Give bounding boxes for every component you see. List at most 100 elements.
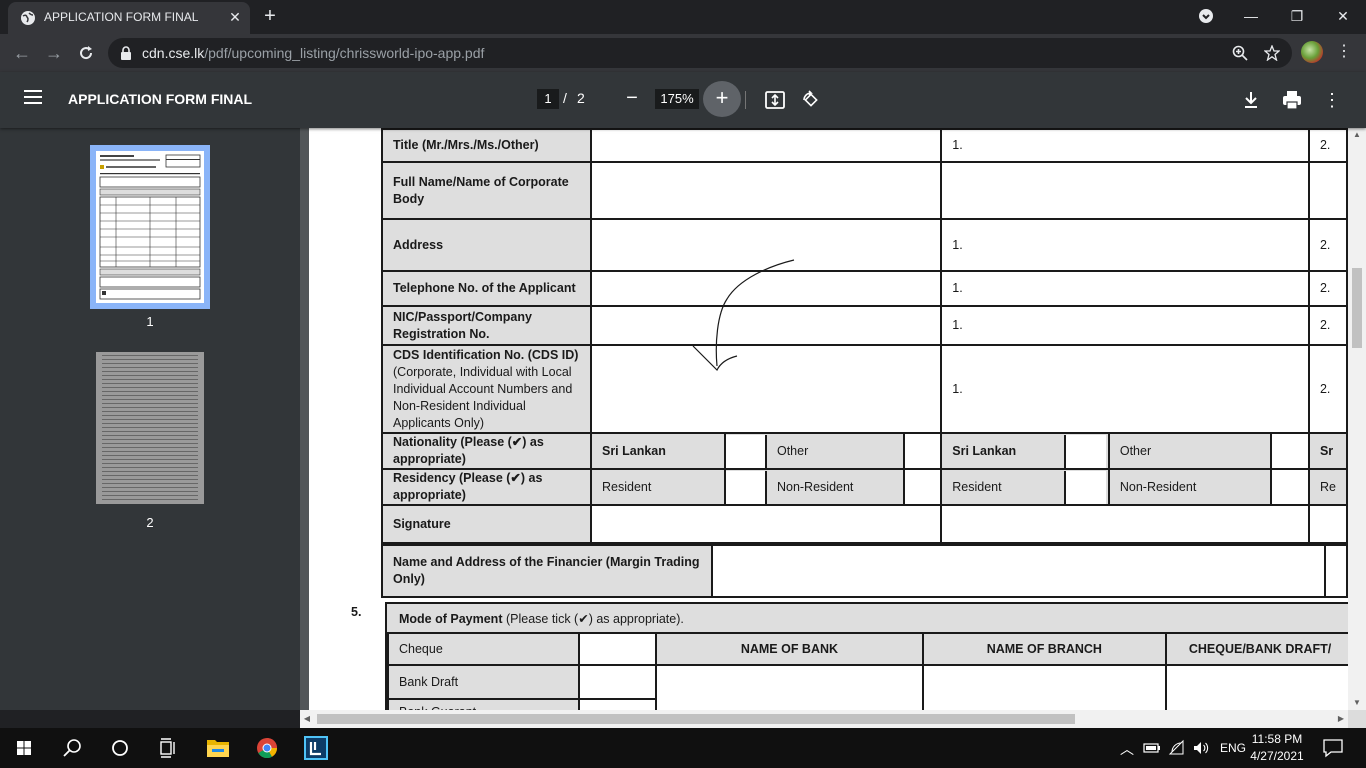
bank-guarantee-checkbox[interactable] <box>577 698 658 710</box>
volume-icon[interactable] <box>1192 739 1210 757</box>
address-bar[interactable]: cdn.cse.lk/pdf/upcoming_listing/chrisswo… <box>108 38 1292 68</box>
zoom-lens-icon[interactable] <box>1232 45 1248 61</box>
back-icon[interactable]: ← <box>10 41 34 65</box>
scroll-up-arrow-icon[interactable]: ▲ <box>1348 128 1366 142</box>
page-1-preview <box>96 151 204 303</box>
app-l-icon[interactable] <box>292 728 340 768</box>
cds-joint1-cell[interactable]: 1. <box>940 344 1310 434</box>
zoom-out-icon[interactable]: − <box>620 87 644 111</box>
system-clock[interactable]: 11:58 PM 4/27/2021 <box>1248 731 1306 765</box>
zoom-in-icon[interactable]: + <box>703 81 741 117</box>
file-explorer-icon[interactable] <box>194 728 242 768</box>
chrome-menu-icon[interactable]: ⋮ <box>1336 42 1352 62</box>
wifi-icon[interactable] <box>1168 739 1186 757</box>
nationality-row: Nationality (Please (✔) as appropriate) … <box>381 432 1348 470</box>
residency-checkbox-2[interactable] <box>903 468 943 506</box>
battery-icon[interactable] <box>1142 740 1162 756</box>
title-joint1-cell[interactable]: 1. <box>940 128 1310 163</box>
thumbnail-page-2[interactable] <box>96 352 204 504</box>
document-title: APPLICATION FORM FINAL <box>68 91 253 107</box>
branch-name-field[interactable] <box>921 664 1168 710</box>
signature-joint2-cell[interactable] <box>1307 504 1348 544</box>
more-options-icon[interactable]: ⋮ <box>1321 89 1343 111</box>
close-window-icon[interactable]: ✕ <box>1320 4 1366 28</box>
vertical-scrollbar[interactable]: ▲ ▼ <box>1348 128 1366 710</box>
nationality-joint-sri-lankan: Sri Lankan <box>952 443 1017 458</box>
tab-search-icon[interactable] <box>1198 8 1214 24</box>
show-hidden-icons-icon[interactable]: ︿ <box>1120 739 1134 759</box>
document-viewport[interactable]: Title (Mr./Mrs./Ms./Other) 1. 2. Full Na… <box>300 128 1348 710</box>
nic-joint1-cell[interactable]: 1. <box>940 305 1310 346</box>
full-name-joint1-cell[interactable] <box>940 161 1310 220</box>
new-tab-icon[interactable]: + <box>259 6 281 28</box>
address-joint1-cell[interactable]: 1. <box>940 218 1310 272</box>
zoom-input[interactable]: 175% <box>655 89 699 109</box>
signature-applicant-cell[interactable] <box>589 504 943 544</box>
cds-row: CDS Identification No. (CDS ID) (Corporat… <box>381 344 1348 434</box>
scroll-right-arrow-icon[interactable]: ▶ <box>1334 710 1348 728</box>
print-icon[interactable] <box>1281 89 1303 111</box>
nic-label: NIC/Passport/Company Registration No. <box>381 305 592 346</box>
task-view-icon[interactable] <box>144 728 192 768</box>
title-applicant-cell[interactable] <box>589 128 943 163</box>
nationality-checkbox-4[interactable] <box>1269 432 1310 470</box>
cortana-icon[interactable] <box>96 728 144 768</box>
nationality-checkbox-2[interactable] <box>903 432 943 470</box>
nic-applicant-cell[interactable] <box>589 305 943 346</box>
scroll-left-arrow-icon[interactable]: ◀ <box>300 710 314 728</box>
bookmark-star-icon[interactable] <box>1264 45 1280 61</box>
telephone-applicant-cell[interactable] <box>589 270 943 307</box>
financier-value-cell[interactable] <box>711 544 1326 598</box>
page-number-input[interactable]: 1 <box>537 89 559 109</box>
payment-table: Cheque NAME OF BANK NAME OF BRANCH CHEQU… <box>387 632 1348 710</box>
profile-avatar[interactable] <box>1301 41 1323 63</box>
scroll-down-arrow-icon[interactable]: ▼ <box>1348 696 1366 710</box>
signature-joint1-cell[interactable] <box>940 504 1310 544</box>
full-name-applicant-cell[interactable] <box>589 161 943 220</box>
notifications-icon[interactable] <box>1322 738 1344 758</box>
cds-applicant-cell[interactable] <box>589 344 943 434</box>
nationality-option-sri-lankan: Sri Lankan <box>589 432 726 470</box>
title-joint2-cell[interactable]: 2. <box>1307 128 1348 163</box>
full-name-joint2-cell[interactable] <box>1307 161 1348 220</box>
rotate-icon[interactable] <box>800 89 822 111</box>
windows-start-icon[interactable] <box>0 728 48 768</box>
fit-page-icon[interactable] <box>764 89 786 111</box>
minimize-icon[interactable]: — <box>1228 4 1274 28</box>
residency-joint-resident: Resident <box>952 479 1002 494</box>
financier-extra-cell[interactable] <box>1323 544 1348 598</box>
residency-checkbox-4[interactable] <box>1269 468 1310 506</box>
address-applicant-cell[interactable] <box>589 218 943 272</box>
browser-tab[interactable]: APPLICATION FORM FINAL ✕ <box>8 2 250 34</box>
bank-name-field[interactable] <box>655 664 924 710</box>
reload-icon[interactable] <box>76 43 96 63</box>
cheque-checkbox[interactable] <box>577 632 658 666</box>
forward-icon[interactable]: → <box>42 41 66 65</box>
residency-checkbox-1[interactable]: Non-Resident <box>723 468 906 506</box>
menu-icon[interactable] <box>24 90 42 104</box>
cds-joint2-cell[interactable]: 2. <box>1307 344 1348 434</box>
bank-draft-checkbox[interactable] <box>577 664 658 700</box>
vertical-scroll-thumb[interactable] <box>1352 268 1362 348</box>
horizontal-scrollbar[interactable]: ◀ ▶ <box>300 710 1348 728</box>
address-joint2-cell[interactable]: 2. <box>1307 218 1348 272</box>
nationality-checkbox-1[interactable]: Other <box>723 432 906 470</box>
thumbnail-page-1[interactable] <box>90 145 210 309</box>
telephone-joint1-cell[interactable]: 1. <box>940 270 1310 307</box>
horizontal-scroll-thumb[interactable] <box>317 714 1075 724</box>
language-indicator[interactable]: ENG <box>1220 741 1246 755</box>
close-tab-icon[interactable]: ✕ <box>226 8 244 26</box>
toolbar-divider <box>745 91 746 109</box>
restore-icon[interactable]: ❐ <box>1274 4 1320 28</box>
nic-joint2-cell[interactable]: 2. <box>1307 305 1348 346</box>
header-name-of-branch: NAME OF BRANCH <box>921 632 1168 666</box>
chrome-icon[interactable] <box>243 728 291 768</box>
mode-of-payment-section: Mode of Payment (Please tick (✔) as appr… <box>385 602 1348 710</box>
search-icon[interactable] <box>48 728 96 768</box>
cheque-number-field[interactable] <box>1165 664 1348 710</box>
download-icon[interactable] <box>1240 89 1262 111</box>
url-text: cdn.cse.lk/pdf/upcoming_listing/chrisswo… <box>142 45 484 61</box>
globe-icon <box>21 11 35 25</box>
telephone-joint2-cell[interactable]: 2. <box>1307 270 1348 307</box>
lock-icon[interactable] <box>120 46 132 60</box>
